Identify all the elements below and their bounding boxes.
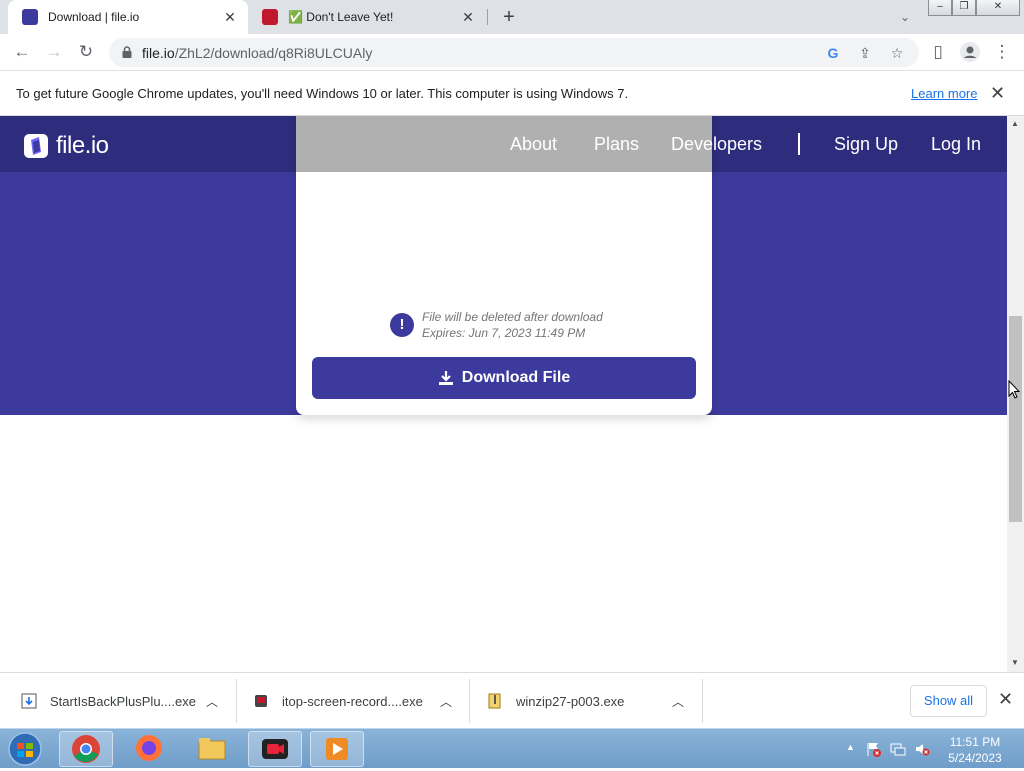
download-item[interactable]: winzip27-p003.exe ︿	[486, 673, 702, 729]
address-bar[interactable]: file.io/ZhL2/download/q8Ri8ULCUAly G ⇪ ☆	[109, 38, 919, 67]
nav-about[interactable]: About	[510, 134, 557, 155]
forward-icon[interactable]: →	[42, 40, 66, 64]
clock-date: 5/24/2023	[948, 751, 1002, 765]
browser-toolbar: ← → ↻ file.io/ZhL2/download/q8Ri8ULCUAly…	[0, 34, 1024, 71]
menu-kebab-icon[interactable]: ⋮	[990, 40, 1014, 64]
download-icon	[438, 371, 453, 385]
tab-strip: Download | file.io ✕ ✅ Don't Leave Yet! …	[0, 0, 1024, 34]
side-panel-icon[interactable]: ▯	[926, 40, 950, 64]
maximize-button[interactable]: ❐	[952, 0, 976, 16]
installer-icon	[21, 693, 37, 709]
new-tab-icon[interactable]: +	[499, 7, 519, 27]
nav-sign-up[interactable]: Sign Up	[834, 134, 898, 155]
google-translate-icon[interactable]: G	[824, 44, 842, 62]
clock-time: 11:51 PM	[949, 735, 1001, 749]
web-page: file.io About Plans Developers Sign Up L…	[0, 116, 1007, 672]
download-shelf: StartIsBackPlusPlu....exe ︿ itop-screen-…	[0, 672, 1024, 728]
file-io-logo-icon	[24, 134, 48, 158]
infobar-message: To get future Google Chrome updates, you…	[16, 86, 629, 101]
reload-icon[interactable]: ↻	[74, 40, 98, 64]
logo-text: file.io	[56, 132, 109, 159]
system-clock[interactable]: 11:51 PM 5/24/2023	[940, 734, 1010, 766]
shelf-separator	[469, 679, 470, 723]
profile-avatar-icon[interactable]	[958, 40, 982, 64]
tab-title: Download | file.io	[48, 10, 140, 24]
scroll-thumb[interactable]	[1009, 316, 1022, 522]
minimize-button[interactable]: –	[928, 0, 952, 16]
taskbar-firefox[interactable]	[123, 731, 177, 767]
back-icon[interactable]: ←	[10, 40, 34, 64]
update-infobar: To get future Google Chrome updates, you…	[0, 72, 1024, 116]
lock-icon	[122, 46, 132, 58]
scroll-down-arrow-icon[interactable]: ▼	[1011, 658, 1019, 667]
show-all-button[interactable]: Show all	[910, 685, 987, 717]
chevron-up-icon[interactable]: ︿	[672, 693, 684, 710]
url-text: file.io/ZhL2/download/q8Ri8ULCUAly	[142, 45, 372, 61]
download-item[interactable]: itop-screen-record....exe ︿	[252, 673, 468, 729]
tab-title: ✅ Don't Leave Yet!	[288, 10, 394, 24]
close-tab-icon[interactable]: ✕	[222, 9, 238, 25]
download-file-button[interactable]: Download File	[312, 357, 696, 399]
network-icon[interactable]	[890, 741, 906, 757]
url-path: /ZhL2/download/q8Ri8ULCUAly	[174, 45, 373, 61]
explorer-icon	[198, 738, 226, 760]
download-button-label: Download File	[461, 369, 571, 386]
nav-divider	[798, 133, 800, 155]
close-tab-icon[interactable]: ✕	[460, 9, 476, 25]
screen-recorder-favicon-icon	[262, 9, 278, 25]
download-item[interactable]: StartIsBackPlusPlu....exe ︿	[20, 673, 236, 729]
download-filename: StartIsBackPlusPlu....exe	[50, 693, 196, 709]
tab-separator	[487, 9, 488, 25]
media-player-icon	[326, 738, 348, 760]
file-io-favicon-icon	[22, 9, 38, 25]
url-host: file.io	[142, 45, 175, 61]
chrome-icon	[72, 735, 100, 763]
shelf-separator	[236, 679, 237, 723]
learn-more-link[interactable]: Learn more	[911, 86, 977, 101]
volume-muted-icon[interactable]	[914, 741, 930, 757]
close-window-button[interactable]: ✕	[976, 0, 1020, 16]
screen-recorder-icon	[262, 739, 288, 759]
tab-file-io[interactable]: Download | file.io ✕	[8, 0, 248, 34]
scroll-up-arrow-icon[interactable]: ▲	[1011, 119, 1019, 128]
card-overlay	[296, 116, 712, 172]
itop-app-icon	[255, 695, 267, 707]
expiry-notice: Expires: Jun 7, 2023 11:49 PM	[422, 326, 586, 340]
windows-taskbar: ▲ 11:51 PM 5/24/2023	[0, 728, 1024, 768]
taskbar-screen-recorder[interactable]	[248, 731, 302, 767]
shelf-separator	[702, 679, 703, 723]
exclamation-icon: !	[390, 313, 414, 337]
download-filename: itop-screen-record....exe	[282, 693, 423, 709]
nav-developers[interactable]: Developers	[671, 134, 762, 155]
tab-search-icon[interactable]: ⌄	[893, 5, 917, 29]
file-io-logo[interactable]: file.io	[24, 132, 109, 160]
tab-dont-leave[interactable]: ✅ Don't Leave Yet! ✕	[248, 0, 486, 34]
close-shelf-icon[interactable]: ✕	[998, 689, 1013, 710]
winzip-icon	[488, 693, 501, 709]
action-center-flag-icon[interactable]	[866, 741, 882, 757]
close-infobar-icon[interactable]: ✕	[990, 83, 1005, 104]
taskbar-chrome[interactable]	[59, 731, 113, 767]
firefox-icon	[136, 735, 162, 761]
nav-plans[interactable]: Plans	[594, 134, 639, 155]
chevron-up-icon[interactable]: ︿	[440, 693, 452, 710]
download-filename: winzip27-p003.exe	[516, 693, 625, 709]
bookmark-star-icon[interactable]: ☆	[888, 44, 906, 62]
start-orb-icon[interactable]	[6, 731, 44, 767]
taskbar-media-player[interactable]	[310, 731, 364, 767]
chevron-up-icon[interactable]: ︿	[206, 693, 218, 710]
mouse-cursor-icon	[1008, 380, 1020, 399]
taskbar-explorer[interactable]	[186, 731, 240, 767]
share-icon[interactable]: ⇪	[856, 44, 874, 62]
nav-log-in[interactable]: Log In	[931, 134, 981, 155]
show-hidden-icons-icon[interactable]: ▲	[846, 742, 855, 752]
deletion-notice: File will be deleted after download	[422, 310, 603, 324]
